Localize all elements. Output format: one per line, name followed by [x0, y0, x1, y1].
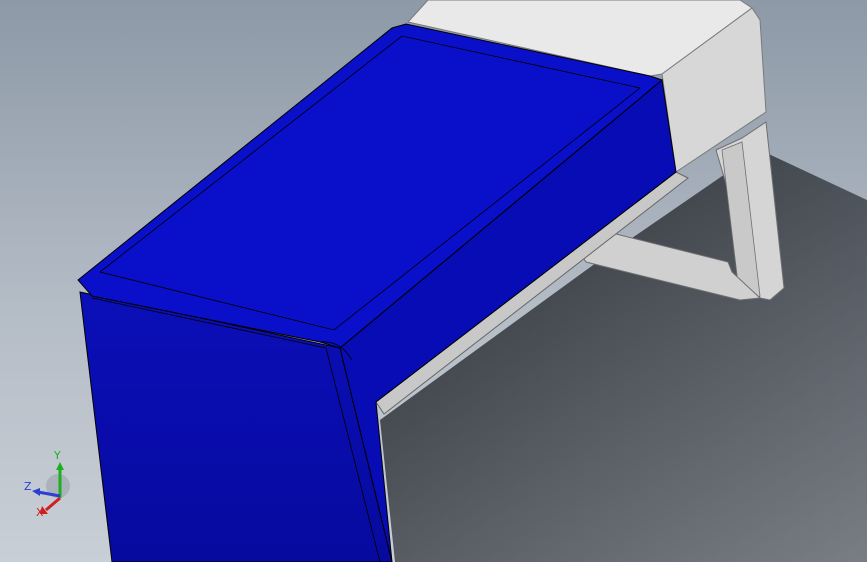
- graphics-viewport[interactable]: Y Z X: [0, 0, 867, 562]
- x-axis-icon: [45, 496, 61, 512]
- y-axis-label: Y: [53, 449, 61, 462]
- axis-triad: Y Z X: [18, 446, 78, 526]
- z-axis-label: Z: [24, 480, 32, 493]
- bench-model[interactable]: [0, 0, 867, 562]
- x-axis-label: X: [36, 506, 44, 519]
